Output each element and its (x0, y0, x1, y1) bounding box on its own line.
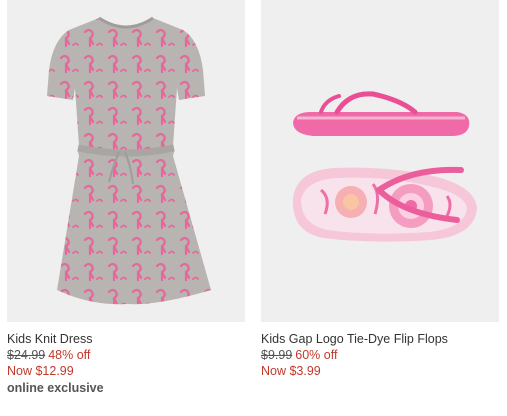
dress-icon (7, 0, 245, 322)
sale-price: Now $3.99 (261, 364, 321, 378)
original-price: $24.99 (7, 348, 46, 362)
product-card-flip-flops[interactable]: Kids Gap Logo Tie-Dye Flip Flops $9.99 60… (261, 0, 499, 379)
price-line: $24.99 48% off (7, 347, 245, 363)
discount-label: 48% off (48, 348, 91, 362)
online-exclusive-badge: online exclusive (7, 381, 104, 395)
flip-flops-image[interactable] (261, 0, 499, 322)
flip-flops-icon (261, 0, 499, 322)
product-grid: Kids Knit Dress $24.99 48% off Now $12.99… (0, 0, 507, 416)
price-line: $9.99 60% off (261, 347, 499, 363)
knit-dress-image[interactable] (7, 0, 245, 322)
product-name[interactable]: Kids Gap Logo Tie-Dye Flip Flops (261, 332, 499, 347)
sale-price: Now $12.99 (7, 364, 74, 378)
original-price: $9.99 (261, 348, 293, 362)
discount-label: 60% off (295, 348, 338, 362)
product-name[interactable]: Kids Knit Dress (7, 332, 245, 347)
product-card-knit-dress[interactable]: Kids Knit Dress $24.99 48% off Now $12.99… (7, 0, 245, 397)
